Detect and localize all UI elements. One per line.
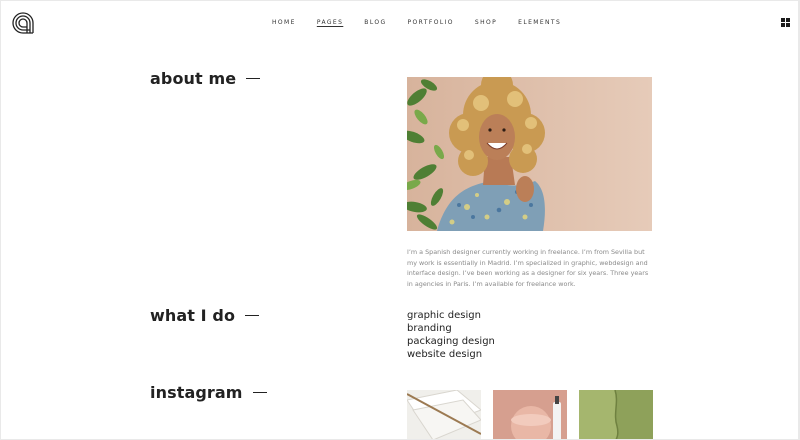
service-item: graphic design (407, 310, 481, 321)
what-heading-text: what I do (150, 306, 236, 325)
nav-elements[interactable]: ELEMENTS (518, 19, 561, 26)
instagram-heading-text: instagram (150, 383, 243, 402)
logo-icon[interactable] (11, 11, 35, 35)
service-item: branding (407, 323, 452, 334)
nav-home[interactable]: HOME (272, 19, 296, 26)
portrait-illustration (407, 77, 652, 231)
main-nav: HOME PAGES BLOG PORTFOLIO SHOP ELEMENTS (272, 19, 582, 26)
nav-blog[interactable]: BLOG (364, 19, 386, 26)
about-heading: about me (150, 69, 261, 88)
portrait-photo (407, 77, 652, 231)
instagram-heading: instagram (150, 383, 267, 402)
instagram-post[interactable] (493, 390, 567, 439)
nav-pages[interactable]: PAGES (317, 19, 343, 26)
heading-dash (252, 391, 267, 394)
what-heading: what I do (150, 306, 260, 325)
bio-text: I’m a Spanish designer currently working… (407, 248, 649, 288)
service-item: packaging design (407, 336, 495, 347)
instagram-post[interactable] (579, 390, 653, 439)
services-list: graphic design branding packaging design… (407, 309, 495, 361)
about-heading-text: about me (150, 69, 237, 88)
page: HOME PAGES BLOG PORTFOLIO SHOP ELEMENTS … (1, 1, 798, 439)
heading-dash (246, 77, 261, 80)
instagram-post[interactable] (407, 390, 481, 439)
nav-shop[interactable]: SHOP (475, 19, 497, 26)
heading-dash (245, 314, 260, 317)
grid-menu-icon[interactable] (781, 18, 790, 27)
service-item: website design (407, 349, 483, 360)
nav-portfolio[interactable]: PORTFOLIO (408, 19, 454, 26)
